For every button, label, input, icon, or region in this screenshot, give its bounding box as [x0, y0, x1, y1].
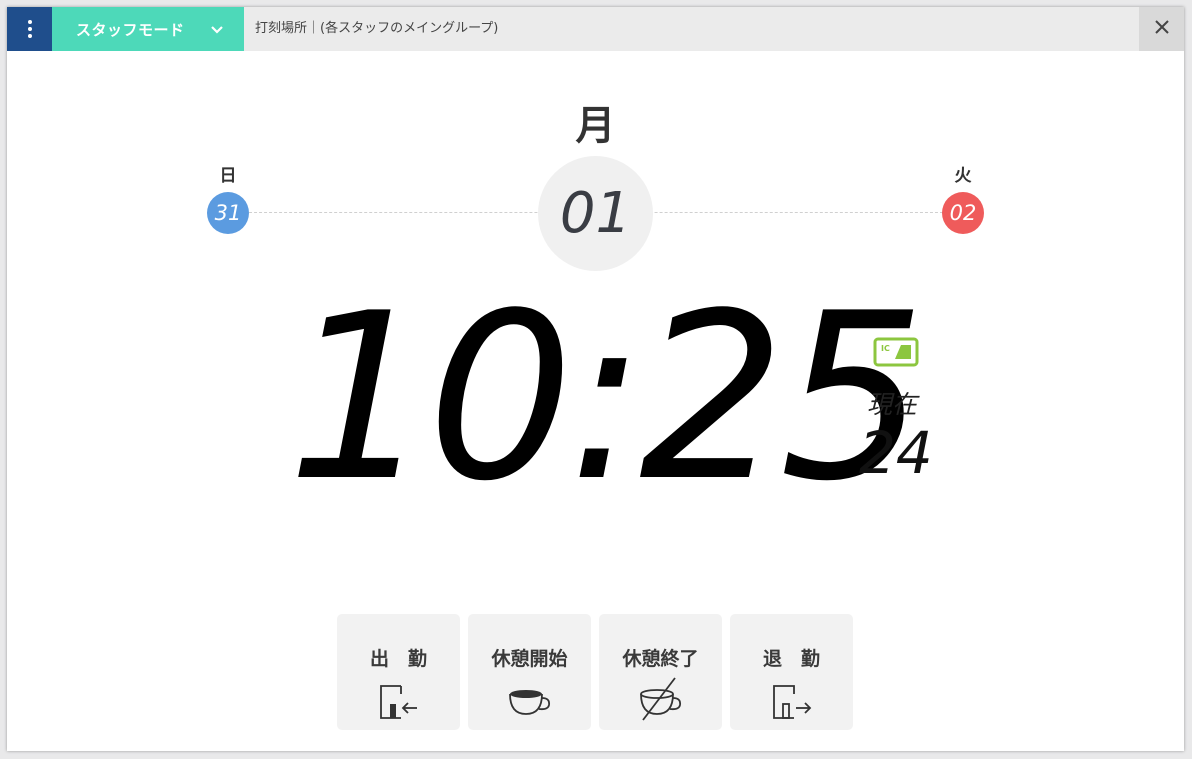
prev-day-name: 日	[219, 166, 237, 186]
more-menu-button[interactable]	[7, 7, 52, 51]
coffee-cup-icon	[468, 680, 591, 724]
close-button[interactable]	[1139, 7, 1184, 51]
break-end-label: 休憩終了	[622, 648, 699, 670]
break-start-button[interactable]: 休憩開始	[468, 614, 591, 730]
prev-day-button[interactable]: 31	[207, 192, 249, 234]
present-count: 24	[859, 419, 933, 487]
close-icon	[1154, 19, 1170, 39]
next-day-button[interactable]: 02	[942, 192, 984, 234]
menu-dot-icon	[27, 34, 32, 38]
menu-dot-icon	[27, 20, 32, 24]
ic-card-icon: IC	[873, 337, 919, 371]
clock-out-button[interactable]: 退 勤	[730, 614, 853, 730]
clock-in-label: 出 勤	[369, 648, 427, 670]
mode-label: スタッフモード	[76, 20, 185, 39]
current-day-number: 01	[538, 156, 653, 271]
clock-in-icon	[337, 680, 460, 724]
clock-out-icon	[730, 680, 853, 724]
mode-select[interactable]: スタッフモード	[52, 7, 244, 51]
ic-card-label: IC	[881, 344, 890, 353]
clock-in-button[interactable]: 出 勤	[337, 614, 460, 730]
clock-out-label: 退 勤	[762, 648, 820, 670]
break-end-button[interactable]: 休憩終了	[599, 614, 722, 730]
stamp-place-label: 打刻場所｜(各スタッフのメイングループ)	[255, 21, 499, 36]
now-label: 現在	[867, 390, 918, 419]
menu-dot-icon	[27, 27, 32, 31]
coffee-cup-crossed-icon	[599, 677, 722, 726]
current-day-name: 月	[575, 103, 616, 149]
clock-time: 10:25	[287, 265, 926, 532]
break-start-label: 休憩開始	[491, 648, 568, 670]
chevron-down-icon	[210, 22, 224, 41]
action-buttons: 出 勤 休憩開始 休憩終了 退 勤	[337, 614, 853, 730]
top-bar: スタッフモード 打刻場所｜(各スタッフのメイングループ)	[7, 7, 1184, 51]
app-window: スタッフモード 打刻場所｜(各スタッフのメイングループ) 月 日 31 01 火…	[7, 7, 1184, 751]
next-day-name: 火	[954, 166, 972, 186]
